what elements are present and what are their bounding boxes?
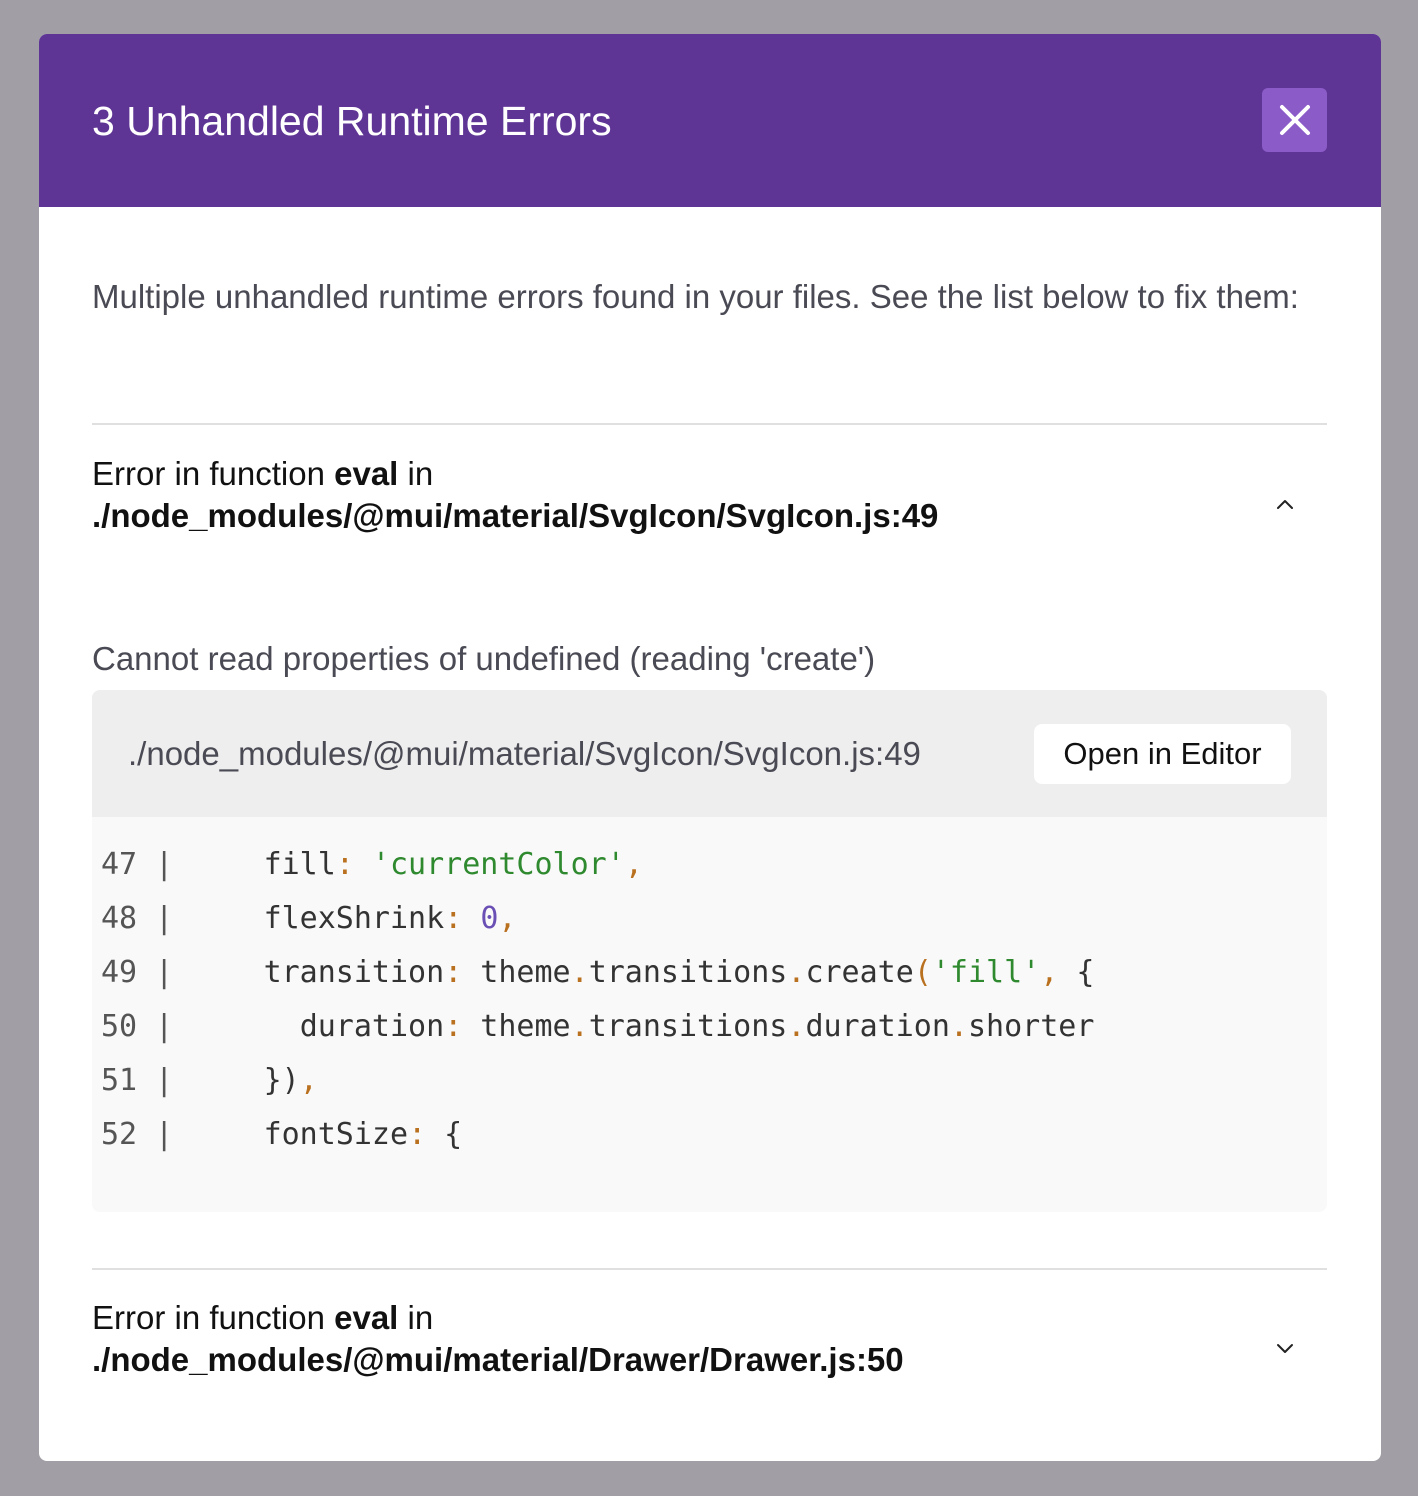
error-function-name: eval [334,1299,399,1336]
divider [92,1268,1327,1270]
line-number: 48 [101,901,138,936]
code-frame: ./node_modules/@mui/material/SvgIcon/Svg… [92,690,1327,1212]
line-number: 52 [101,1117,138,1152]
code-line: 49 | transition: theme.transitions.creat… [101,955,1095,990]
close-icon [1279,105,1310,135]
error-overlay-dialog: 3 Unhandled Runtime Errors Multiple unha… [39,34,1381,1461]
code-text: }), [263,1063,318,1098]
code-file-path: ./node_modules/@mui/material/SvgIcon/Svg… [128,735,921,772]
code-text: transition: theme.transitions.create('fi… [263,955,1095,990]
line-number: 49 [101,955,138,990]
line-number: 47 [101,847,138,882]
code-frame-header: ./node_modules/@mui/material/SvgIcon/Svg… [92,690,1327,817]
line-number: 51 [101,1063,138,1098]
dialog-header: 3 Unhandled Runtime Errors [39,34,1381,207]
error-prefix: Error in function [92,1299,335,1336]
error-infix: in [398,455,434,492]
divider [92,423,1327,425]
code-text: duration: theme.transitions.duration.sho… [299,1009,1095,1044]
code-snippet: 47 | fill: 'currentColor', 48 | flexShri… [101,838,1321,1162]
line-number: 50 [101,1009,138,1044]
error-prefix: Error in function [92,455,335,492]
error-header-1[interactable]: Error in function eval in ./node_modules… [92,453,1272,537]
chevron-down-icon[interactable] [1270,1333,1300,1363]
error-infix: in [398,1299,434,1336]
error-function-name: eval [334,455,399,492]
code-line: 50 | duration: theme.transitions.duratio… [101,1009,1095,1044]
error-location: ./node_modules/@mui/material/Drawer/Draw… [92,1341,904,1378]
code-line: 51 | }), [101,1063,318,1098]
code-text: fill: 'currentColor', [263,847,643,882]
intro-text: Multiple unhandled runtime errors found … [92,278,1299,315]
open-in-editor-button[interactable]: Open in Editor [1034,724,1291,784]
error-message: Cannot read properties of undefined (rea… [92,640,876,677]
close-button[interactable] [1262,88,1327,152]
dialog-title: 3 Unhandled Runtime Errors [92,98,612,144]
error-header-2[interactable]: Error in function eval in ./node_modules… [92,1297,1272,1381]
code-text: fontSize: { [263,1117,463,1152]
code-line: 48 | flexShrink: 0, [101,901,517,936]
error-location: ./node_modules/@mui/material/SvgIcon/Svg… [92,497,939,534]
code-line: 52 | fontSize: { [101,1117,463,1152]
code-line: 47 | fill: 'currentColor', [101,847,643,882]
code-text: flexShrink: 0, [263,901,517,936]
chevron-up-icon[interactable] [1270,489,1300,519]
